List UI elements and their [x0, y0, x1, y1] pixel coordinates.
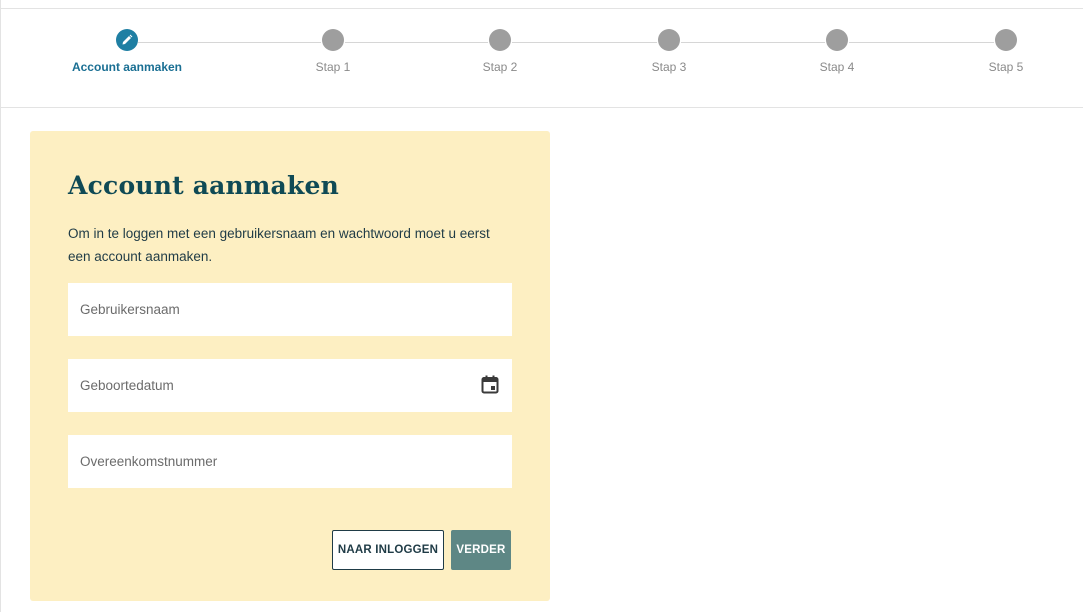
page: Account aanmaken Stap 1 Stap 2 Stap 3 St…: [0, 0, 1083, 612]
step-account-aanmaken[interactable]: Account aanmaken: [57, 29, 197, 74]
step-label: Stap 1: [315, 60, 351, 74]
pencil-icon: [122, 34, 133, 45]
birthdate-input[interactable]: [68, 359, 512, 412]
step-dot-active: [116, 29, 138, 51]
form-title: Account aanmaken: [68, 171, 339, 200]
form-intro-text: Om in te loggen met een gebruikersnaam e…: [68, 226, 490, 264]
username-input[interactable]: [68, 283, 512, 336]
step-label: Account aanmaken: [71, 60, 183, 74]
birthdate-field: [68, 359, 512, 412]
step-stap-1[interactable]: Stap 1: [263, 29, 403, 74]
step-label: Stap 2: [482, 60, 518, 74]
step-dot: [489, 29, 511, 51]
step-dot: [658, 29, 680, 51]
step-stap-2[interactable]: Stap 2: [430, 29, 570, 74]
calendar-icon[interactable]: [481, 375, 499, 394]
step-label: Stap 5: [988, 60, 1024, 74]
step-dot: [322, 29, 344, 51]
step-dot: [995, 29, 1017, 51]
step-label: Stap 3: [651, 60, 687, 74]
step-dot: [826, 29, 848, 51]
progress-stepper: Account aanmaken Stap 1 Stap 2 Stap 3 St…: [1, 8, 1083, 108]
step-stap-4[interactable]: Stap 4: [767, 29, 907, 74]
step-stap-5[interactable]: Stap 5: [936, 29, 1076, 74]
agreement-number-input[interactable]: [68, 435, 512, 488]
account-form-card: Account aanmaken Om in te loggen met een…: [30, 131, 550, 601]
to-login-button[interactable]: NAAR INLOGGEN: [332, 530, 444, 570]
step-label: Stap 4: [819, 60, 855, 74]
next-button[interactable]: VERDER: [451, 530, 511, 570]
step-stap-3[interactable]: Stap 3: [599, 29, 739, 74]
